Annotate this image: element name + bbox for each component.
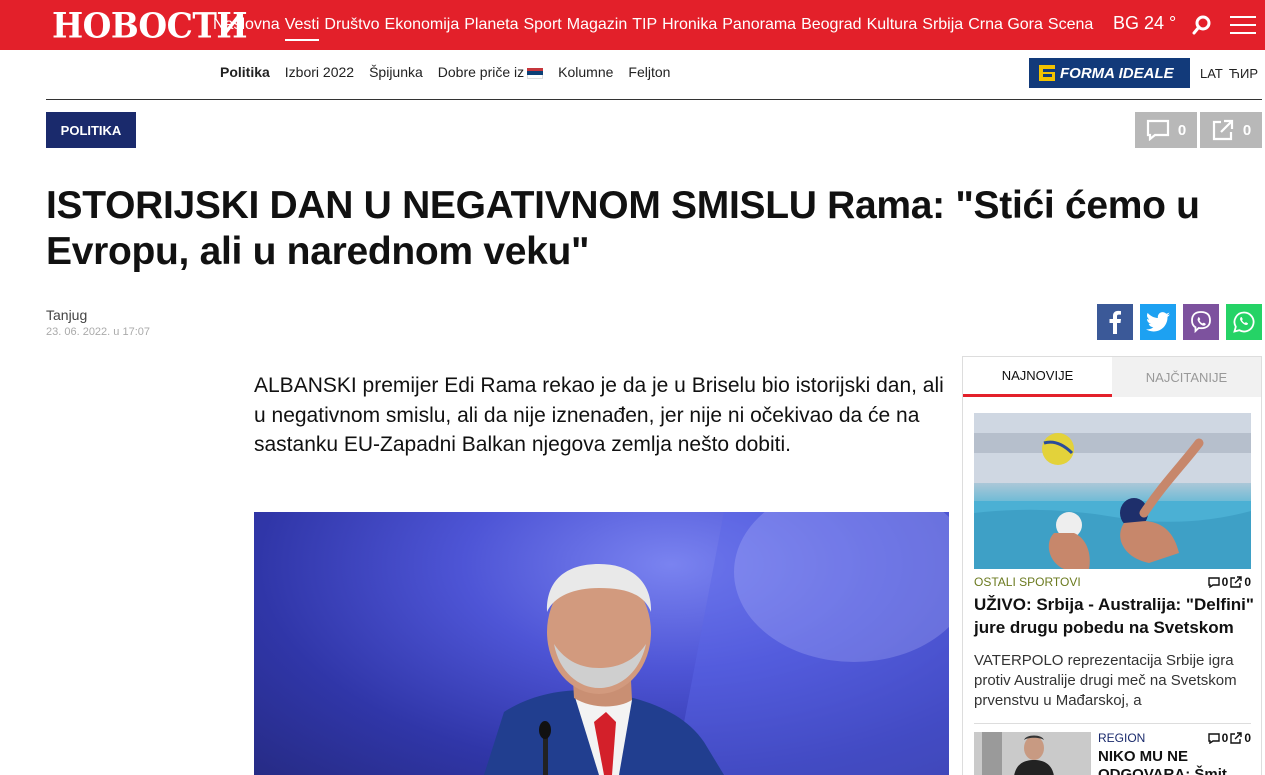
subnav-dobre-price[interactable]: Dobre priče iz [437, 64, 544, 80]
sidebar-news: NAJNOVIJE NAJČITANIJE OSTALI SPORTOVI 0 … [962, 356, 1262, 775]
nav-scena[interactable]: Scena [1048, 16, 1093, 34]
comment-icon [1146, 119, 1169, 141]
tab-najcitanije[interactable]: NAJČITANIJE [1112, 357, 1261, 397]
article-source: Tanjug [46, 307, 88, 323]
comment-icon [1207, 732, 1220, 744]
viber-icon [1191, 311, 1211, 334]
facebook-share-button[interactable] [1097, 304, 1133, 340]
news-title-1[interactable]: UŽIVO: Srbija - Australija: "Delfini" ju… [974, 593, 1254, 639]
article-photo[interactable] [254, 512, 949, 775]
news-title-2[interactable]: NIKO MU NE ODGOVARA: Šmit [1098, 748, 1248, 775]
share-count-button[interactable]: 0 [1200, 112, 1262, 148]
sidebar-tabs: NAJNOVIJE NAJČITANIJE [963, 357, 1261, 397]
news-counters-1: 0 0 [1206, 575, 1251, 589]
subnav-kolumne[interactable]: Kolumne [558, 64, 613, 80]
news-counters-2: 0 0 [1206, 731, 1251, 745]
article-date: 23. 06. 2022. u 17:07 [46, 326, 150, 338]
nav-sport[interactable]: Sport [523, 16, 561, 34]
share-icon [1230, 576, 1243, 588]
nav-kultura[interactable]: Kultura [867, 16, 918, 34]
nav-hronika[interactable]: Hronika [662, 16, 717, 34]
sub-nav: Politika Izbori 2022 Špijunka Dobre prič… [220, 64, 685, 80]
comment-icon [1207, 576, 1220, 588]
nav-beograd[interactable]: Beograd [801, 16, 862, 34]
subnav-dobre-price-label: Dobre priče iz [437, 64, 525, 80]
whatsapp-share-button[interactable] [1226, 304, 1262, 340]
lang-cyr[interactable]: ЋИР [1229, 66, 1258, 81]
news-meta-2: REGION 0 0 [1098, 731, 1251, 745]
news-shares-2: 0 [1244, 731, 1251, 745]
nav-vesti[interactable]: Vesti [284, 16, 319, 41]
twitter-icon [1146, 312, 1170, 332]
nav-ekonomija[interactable]: Ekonomija [385, 16, 460, 34]
news-meta-1: OSTALI SPORTOVI 0 0 [974, 575, 1251, 589]
sponsor-logo-icon [1039, 65, 1055, 81]
lang-lat[interactable]: LAT [1200, 66, 1223, 81]
top-bar: НОВОСТИ Naslovna Vesti Društvo Ekonomija… [0, 0, 1265, 50]
whatsapp-icon [1233, 311, 1255, 333]
nav-srbija[interactable]: Srbija [922, 16, 963, 34]
comments-button[interactable]: 0 [1135, 112, 1197, 148]
subnav-politika[interactable]: Politika [220, 64, 270, 80]
header-divider [46, 99, 1262, 100]
news-shares-1: 0 [1244, 575, 1251, 589]
hamburger-menu-icon[interactable] [1230, 16, 1256, 34]
news-comments-2: 0 [1221, 731, 1229, 745]
tab-najnovije[interactable]: NAJNOVIJE [963, 357, 1112, 397]
nav-magazin[interactable]: Magazin [567, 16, 627, 34]
serbian-flag-icon [527, 67, 544, 79]
facebook-icon [1109, 310, 1121, 334]
news-summary-1[interactable]: VATERPOLO reprezentacija Srbije igra pro… [974, 651, 1251, 711]
news-separator [974, 723, 1251, 724]
nav-crna-gora[interactable]: Crna Gora [968, 16, 1043, 34]
nav-naslovna[interactable]: Naslovna [213, 16, 280, 34]
article-lead: ALBANSKI premijer Edi Rama rekao je da j… [254, 374, 944, 456]
subnav-feljton[interactable]: Feljton [628, 64, 670, 80]
main-nav: Naslovna Vesti Društvo Ekonomija Planeta… [213, 0, 1098, 50]
weather-widget[interactable]: BG 24 ° [1113, 13, 1176, 34]
language-switch: LAT ЋИР [1200, 66, 1264, 81]
share-icon [1212, 119, 1233, 141]
category-badge[interactable]: POLITIKA [46, 112, 136, 148]
news-comments-1: 0 [1221, 575, 1229, 589]
sponsor-label: FORMA IDEALE [1060, 64, 1174, 82]
article-headline: ISTORIJSKI DAN U NEGATIVNOM SMISLU Rama:… [46, 184, 1200, 273]
subnav-izbori[interactable]: Izbori 2022 [285, 64, 354, 80]
news-thumbnail-waterpolo[interactable] [974, 413, 1251, 569]
nav-drustvo[interactable]: Društvo [324, 16, 379, 34]
nav-planeta[interactable]: Planeta [464, 16, 518, 34]
nav-tip[interactable]: TIP [632, 16, 657, 34]
news-thumbnail-region[interactable] [974, 732, 1091, 775]
nav-panorama[interactable]: Panorama [722, 16, 796, 34]
share-icon [1230, 732, 1243, 744]
viber-share-button[interactable] [1183, 304, 1219, 340]
news-category-2[interactable]: REGION [1098, 731, 1145, 745]
shares-count: 0 [1242, 121, 1252, 139]
comments-count: 0 [1177, 121, 1187, 139]
search-icon[interactable] [1192, 15, 1212, 35]
sponsor-banner[interactable]: FORMA IDEALE [1029, 58, 1190, 88]
subnav-spijunka[interactable]: Špijunka [369, 64, 423, 80]
news-category-1[interactable]: OSTALI SPORTOVI [974, 575, 1081, 589]
twitter-share-button[interactable] [1140, 304, 1176, 340]
